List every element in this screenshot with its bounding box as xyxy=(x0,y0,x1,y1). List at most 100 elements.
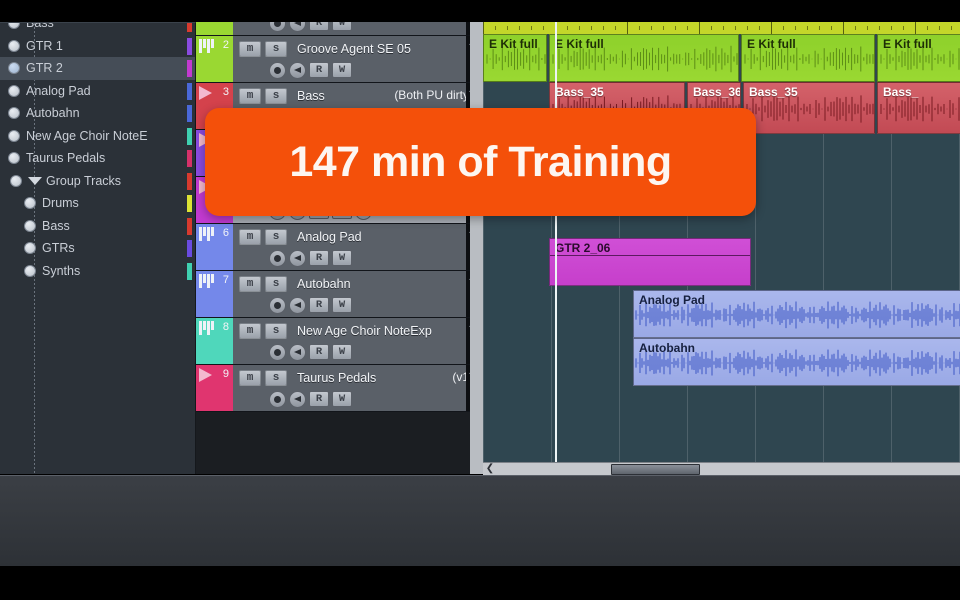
track-enable-dot-icon[interactable] xyxy=(24,197,36,210)
track-name[interactable]: Taurus Pedals xyxy=(297,371,376,385)
monitor-button[interactable] xyxy=(289,390,306,408)
track-enable-dot-icon[interactable] xyxy=(8,107,20,120)
track-row[interactable]: 6msAnalog PadRW- - xyxy=(196,224,483,271)
record-enable-button[interactable] xyxy=(269,22,286,32)
solo-button[interactable]: s xyxy=(265,229,287,245)
sidebar-item-analog-pad[interactable]: Analog Pad xyxy=(0,80,195,103)
track-inspector-sidebar[interactable]: Bass GTR 1 GTR 2 Analog Pad Autobahn New Age … xyxy=(0,22,196,474)
clip[interactable]: Bass_35 xyxy=(743,82,875,134)
record-enable-button[interactable] xyxy=(269,296,286,314)
track-enable-dot-icon[interactable] xyxy=(24,219,36,232)
read-automation-button[interactable]: R xyxy=(309,391,329,407)
track-controls[interactable]: m s Autobahn R W xyxy=(233,271,483,317)
monitor-button[interactable] xyxy=(289,61,306,79)
mute-button[interactable]: m xyxy=(239,323,261,339)
track-color-swatch[interactable] xyxy=(187,150,192,167)
track-name[interactable]: Analog Pad xyxy=(297,230,362,244)
monitor-button[interactable] xyxy=(289,343,306,361)
track-enable-dot-icon[interactable] xyxy=(24,242,36,255)
clip[interactable]: E Kit full xyxy=(483,34,547,82)
sidebar-item-new-age-choir-notee[interactable]: New Age Choir NoteE xyxy=(0,125,195,148)
mute-button[interactable]: m xyxy=(239,88,261,104)
track-color-column[interactable] xyxy=(196,22,233,35)
clip[interactable]: E Kit full xyxy=(877,34,960,82)
track-row[interactable]: 9msTaurus Pedals(v1)RW- - xyxy=(196,365,483,412)
track-enable-dot-icon[interactable] xyxy=(8,23,20,30)
read-automation-button[interactable]: R xyxy=(309,250,329,266)
track-enable-dot-icon[interactable] xyxy=(8,152,20,165)
track-color-column[interactable]: 9 xyxy=(196,365,233,411)
track-color-swatch[interactable] xyxy=(187,82,192,100)
track-color-swatch[interactable] xyxy=(187,23,192,32)
write-automation-button[interactable]: W xyxy=(332,297,352,313)
sidebar-item-gtr-2[interactable]: GTR 2 xyxy=(0,57,195,80)
track-enable-dot-icon[interactable] xyxy=(8,129,20,142)
track-enable-dot-icon[interactable] xyxy=(8,62,20,75)
track-enable-dot-icon[interactable] xyxy=(24,264,36,277)
mute-button[interactable]: m xyxy=(239,41,261,57)
record-enable-button[interactable] xyxy=(269,343,286,361)
arrange-horizontal-scrollbar[interactable]: ❮ xyxy=(483,462,960,475)
monitor-button[interactable] xyxy=(289,296,306,314)
sidebar-item-synths[interactable]: Synths xyxy=(0,260,195,283)
mute-button[interactable]: m xyxy=(239,229,261,245)
clip[interactable]: Autobahn xyxy=(633,338,960,386)
track-row[interactable]: msRW- - xyxy=(196,22,483,36)
solo-button[interactable]: s xyxy=(265,276,287,292)
transport-bar[interactable]: ●Re-Record⊤Start at Cursor▶Keep History≡… xyxy=(0,475,960,566)
clip[interactable]: E Kit full xyxy=(549,34,739,82)
track-row[interactable]: 8msNew Age Choir NoteExpRW- - xyxy=(196,318,483,365)
track-controls[interactable]: m s Analog Pad R W xyxy=(233,224,483,270)
track-enable-dot-icon[interactable] xyxy=(10,174,22,187)
track-controls[interactable]: m s New Age Choir NoteExp R W xyxy=(233,318,483,364)
read-automation-button[interactable]: R xyxy=(309,344,329,360)
track-controls[interactable]: m s Groove Agent SE 05 R W xyxy=(233,36,483,82)
sidebar-item-taurus-pedals[interactable]: Taurus Pedals xyxy=(0,147,195,170)
record-enable-button[interactable] xyxy=(269,249,286,267)
folder-expand-triangle-icon[interactable] xyxy=(28,176,42,185)
arrange-area[interactable]: E Kit full E Kit full E Kit full E Kit full… xyxy=(483,22,960,474)
scrollbar-thumb[interactable] xyxy=(611,464,700,475)
track-controls[interactable]: m s Taurus Pedals (v1) R W xyxy=(233,365,483,411)
track-row[interactable]: 2msGroove Agent SE 05RW- - xyxy=(196,36,483,83)
write-automation-button[interactable]: W xyxy=(332,62,352,78)
track-color-swatch[interactable] xyxy=(187,37,192,55)
sidebar-item-group-tracks[interactable]: Group Tracks xyxy=(0,170,195,193)
track-color-swatch[interactable] xyxy=(187,217,192,235)
playhead[interactable] xyxy=(555,22,557,474)
monitor-button[interactable] xyxy=(289,249,306,267)
read-automation-button[interactable]: R xyxy=(309,297,329,313)
record-enable-button[interactable] xyxy=(269,390,286,408)
clip[interactable]: E Kit full xyxy=(741,34,875,82)
track-color-swatch[interactable] xyxy=(187,262,192,280)
monitor-button[interactable] xyxy=(289,22,306,32)
mute-button[interactable]: m xyxy=(239,370,261,386)
solo-button[interactable]: s xyxy=(265,41,287,57)
track-color-swatch[interactable] xyxy=(187,195,192,212)
clip[interactable]: Analog Pad xyxy=(633,290,960,338)
scroll-left-arrow[interactable]: ❮ xyxy=(484,464,496,475)
sidebar-item-drums[interactable]: Drums xyxy=(0,192,195,215)
write-automation-button[interactable]: W xyxy=(332,22,352,31)
track-name[interactable]: Autobahn xyxy=(297,277,351,291)
track-color-column[interactable]: 6 xyxy=(196,224,233,270)
solo-button[interactable]: s xyxy=(265,370,287,386)
solo-button[interactable]: s xyxy=(265,88,287,104)
write-automation-button[interactable]: W xyxy=(332,250,352,266)
track-list[interactable]: msRW- -2msGroove Agent SE 05RW- -3msBass… xyxy=(196,22,483,474)
track-name[interactable]: New Age Choir NoteExp xyxy=(297,324,432,338)
track-color-swatch[interactable] xyxy=(187,127,192,145)
sidebar-item-gtrs[interactable]: GTRs xyxy=(0,237,195,260)
sidebar-item-bass[interactable]: Bass xyxy=(0,215,195,238)
read-automation-button[interactable]: R xyxy=(309,62,329,78)
sidebar-item-gtr-1[interactable]: GTR 1 xyxy=(0,35,195,58)
read-automation-button[interactable]: R xyxy=(309,22,329,31)
track-color-swatch[interactable] xyxy=(187,60,192,77)
track-color-swatch[interactable] xyxy=(187,240,192,257)
track-color-column[interactable]: 8 xyxy=(196,318,233,364)
track-enable-dot-icon[interactable] xyxy=(8,39,20,52)
track-color-column[interactable]: 7 xyxy=(196,271,233,317)
track-color-swatch[interactable] xyxy=(187,172,192,190)
track-controls[interactable]: msRW xyxy=(233,22,483,35)
arrange-vertical-scrollbar[interactable] xyxy=(470,22,483,474)
